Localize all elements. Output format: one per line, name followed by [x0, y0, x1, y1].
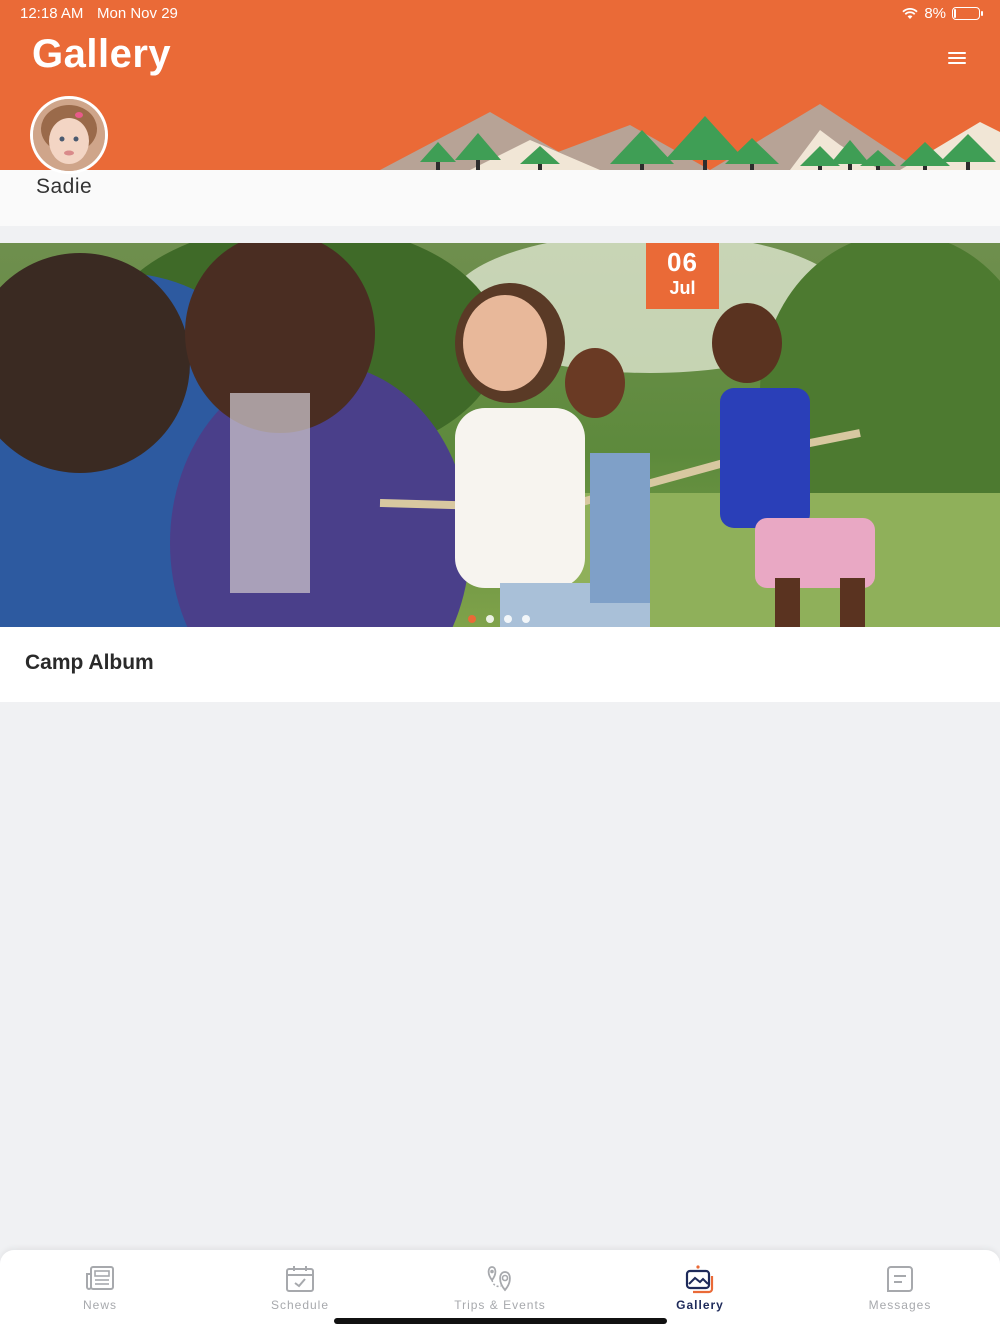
tab-news[interactable]: News	[0, 1250, 200, 1334]
profile-bar: Sadie	[0, 170, 1000, 226]
battery-percent: 8%	[924, 5, 946, 22]
status-time: 12:18 AM	[20, 5, 84, 22]
calendar-icon	[286, 1266, 314, 1292]
avatar[interactable]	[30, 96, 108, 174]
tab-label-news: News	[82, 1298, 117, 1312]
battery-icon	[952, 7, 983, 20]
page-dot[interactable]	[504, 615, 512, 623]
message-icon	[887, 1266, 913, 1292]
album-card[interactable]: 06 Jul Camp Album	[0, 243, 1000, 702]
album-photo[interactable]	[0, 243, 1000, 627]
page-dot[interactable]	[468, 615, 476, 623]
tab-label-messages: Messages	[868, 1298, 932, 1312]
gallery-icon	[685, 1265, 714, 1294]
page-dot[interactable]	[522, 615, 530, 623]
status-indicators: 8%	[902, 5, 983, 22]
status-date: Mon Nov 29	[97, 5, 178, 22]
page-title: Gallery	[32, 32, 172, 76]
status-bar: 12:18 AM Mon Nov 29 8%	[0, 0, 1000, 28]
profile-name: Sadie	[36, 175, 93, 198]
menu-button[interactable]	[944, 50, 970, 66]
tug-of-war-photo	[0, 243, 1000, 627]
tab-label-gallery: Gallery	[676, 1298, 724, 1312]
tab-messages[interactable]: Messages	[800, 1250, 1000, 1334]
page-dot[interactable]	[486, 615, 494, 623]
header: 12:18 AM Mon Nov 29 8% Gallery	[0, 0, 1000, 170]
page-indicator[interactable]	[468, 615, 530, 623]
news-icon	[86, 1266, 114, 1290]
tab-label-schedule: Schedule	[270, 1298, 330, 1312]
date-day: 06	[667, 247, 698, 277]
map-pin-icon	[487, 1266, 511, 1292]
home-indicator[interactable]	[334, 1318, 667, 1324]
date-badge: 06 Jul	[646, 243, 719, 309]
tab-label-trips-events: Trips & Events	[454, 1298, 546, 1312]
album-title: Camp Album	[25, 651, 154, 674]
mountains-illustration	[380, 104, 1000, 170]
date-month: Jul	[669, 278, 696, 298]
child-portrait	[33, 99, 105, 171]
wifi-icon	[902, 7, 918, 19]
